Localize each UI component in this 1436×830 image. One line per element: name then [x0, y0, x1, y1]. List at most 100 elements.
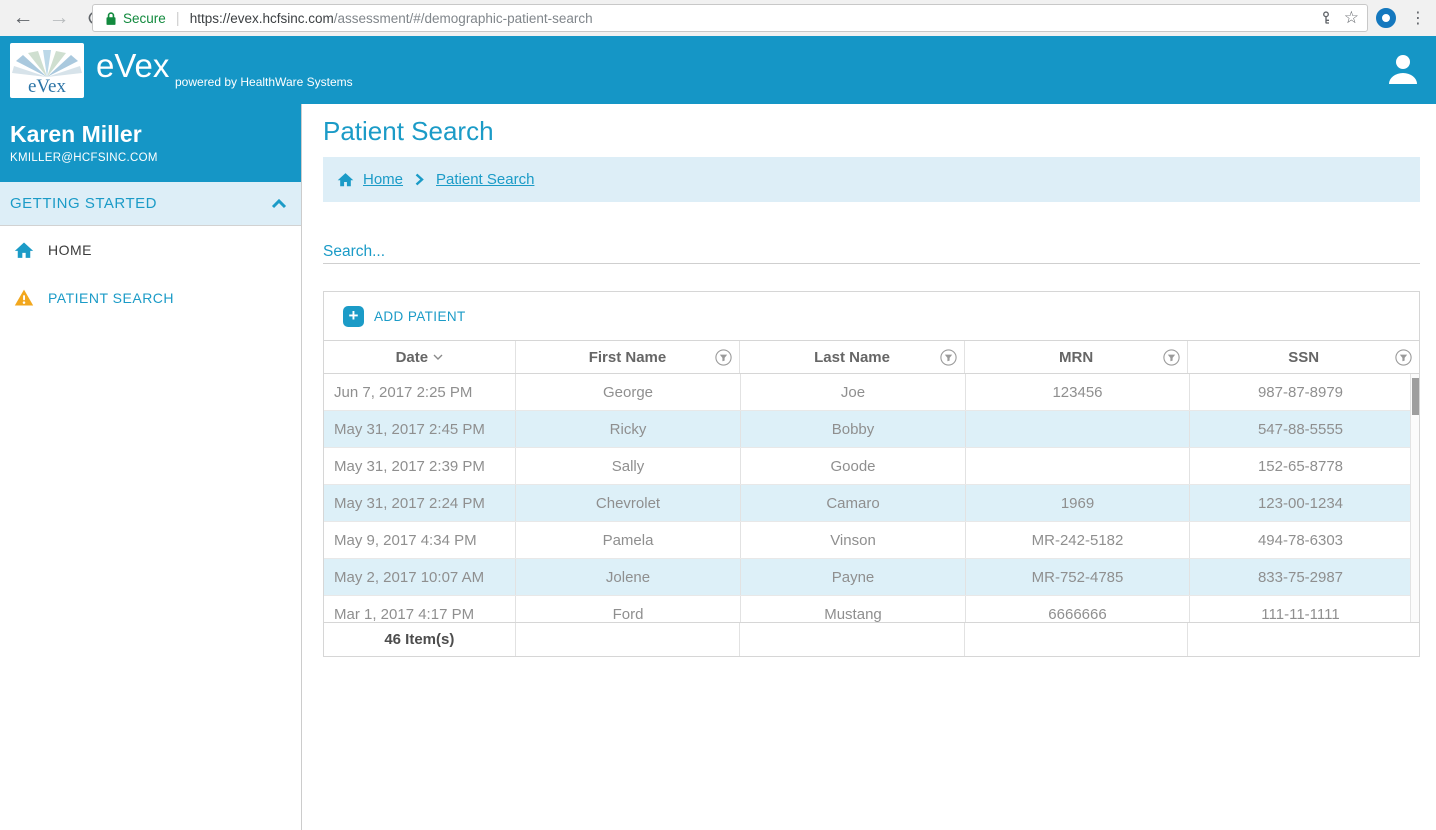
cell-mrn[interactable]: MR-752-4785 [966, 559, 1190, 595]
app-name: eVex [96, 47, 170, 84]
cell-mrn[interactable]: 1969 [966, 485, 1190, 521]
cell-date[interactable]: Mar 1, 2017 4:17 PM [324, 596, 516, 622]
breadcrumb-link-patient-search[interactable]: Patient Search [436, 171, 534, 188]
cell-last-name[interactable]: Goode [741, 448, 966, 484]
cell-date[interactable]: May 31, 2017 2:39 PM [324, 448, 516, 484]
column-header-last-name[interactable]: Last Name [740, 341, 965, 373]
url-text[interactable]: https://evex.hcfsinc.com/assessment/#/de… [190, 11, 593, 26]
column-label: First Name [588, 348, 667, 366]
cell-ssn[interactable]: 987-87-8979 [1190, 374, 1412, 410]
cell-date[interactable]: May 31, 2017 2:24 PM [324, 485, 516, 521]
cell-mrn[interactable] [966, 411, 1190, 447]
app-tagline: powered by HealthWare Systems [175, 75, 353, 89]
table-toolbar: + ADD PATIENT [324, 292, 1419, 340]
url-origin: https://evex.hcfsinc.com [189, 10, 334, 26]
plus-icon: + [343, 305, 364, 327]
table-row[interactable]: Mar 1, 2017 4:17 PM Ford Mustang 6666666… [324, 596, 1419, 622]
column-header-ssn[interactable]: SSN [1188, 341, 1419, 373]
section-label: GETTING STARTED [10, 195, 157, 212]
url-path: /assessment/#/demographic-patient-search [333, 10, 593, 26]
cell-first-name[interactable]: Pamela [516, 522, 741, 558]
cell-first-name[interactable]: George [516, 374, 741, 410]
url-separator: | [175, 9, 180, 27]
table-rows-container: Jun 7, 2017 2:25 PM George Joe 123456 98… [324, 374, 1419, 622]
cell-date[interactable]: Jun 7, 2017 2:25 PM [324, 374, 516, 410]
column-header-first-name[interactable]: First Name [516, 341, 741, 373]
browser-menu-icon[interactable]: ⋮ [1410, 0, 1426, 36]
cell-first-name[interactable]: Sally [516, 448, 741, 484]
browser-forward-button[interactable]: → [44, 0, 74, 36]
cell-last-name[interactable]: Joe [741, 374, 966, 410]
search-input[interactable] [323, 240, 1420, 264]
user-email: KMILLER@HCFSINC.COM [10, 152, 158, 164]
add-patient-button[interactable]: + ADD PATIENT [343, 305, 466, 327]
security-chip[interactable]: Secure [93, 11, 176, 26]
table-scrollbar-thumb[interactable] [1412, 378, 1419, 415]
cell-date[interactable]: May 2, 2017 10:07 AM [324, 559, 516, 595]
filter-icon[interactable] [940, 349, 957, 366]
extension-icon[interactable] [1376, 8, 1396, 28]
cell-ssn[interactable]: 494-78-6303 [1190, 522, 1412, 558]
cell-ssn[interactable]: 111-11-1111 [1190, 596, 1412, 622]
column-label: Last Name [814, 348, 890, 366]
sidebar-section-getting-started[interactable]: GETTING STARTED [0, 182, 301, 226]
cell-first-name[interactable]: Chevrolet [516, 485, 741, 521]
cell-first-name[interactable]: Ricky [516, 411, 741, 447]
breadcrumb-link-home[interactable]: Home [363, 171, 403, 188]
sidebar-item-label: PATIENT SEARCH [48, 290, 175, 306]
logo-starburst-icon [12, 50, 82, 77]
secure-label: Secure [123, 10, 166, 26]
profile-icon[interactable] [1384, 50, 1422, 93]
cell-date[interactable]: May 31, 2017 2:45 PM [324, 411, 516, 447]
cell-ssn[interactable]: 123-00-1234 [1190, 485, 1412, 521]
table-scrollbar[interactable] [1410, 374, 1419, 622]
column-header-mrn[interactable]: MRN [965, 341, 1189, 373]
chevron-right-icon [415, 173, 424, 186]
user-name: Karen Miller [10, 121, 142, 147]
sidebar: Karen Miller KMILLER@HCFSINC.COM GETTING… [0, 104, 302, 830]
sidebar-item-patient-search[interactable]: PATIENT SEARCH [0, 274, 301, 322]
cell-mrn[interactable]: 123456 [966, 374, 1190, 410]
cell-ssn[interactable]: 833-75-2987 [1190, 559, 1412, 595]
app-header: eVex eVex powered by HealthWare Systems [0, 36, 1436, 104]
column-label: MRN [1059, 348, 1094, 366]
add-patient-label: ADD PATIENT [374, 308, 466, 324]
evex-logo: eVex [10, 43, 84, 98]
filter-icon[interactable] [1395, 349, 1412, 366]
table-row[interactable]: May 31, 2017 2:24 PM Chevrolet Camaro 19… [324, 485, 1419, 522]
column-label: SSN [1288, 348, 1320, 366]
cell-first-name[interactable]: Ford [516, 596, 741, 622]
table-row[interactable]: Jun 7, 2017 2:25 PM George Joe 123456 98… [324, 374, 1419, 411]
table-body: Jun 7, 2017 2:25 PM George Joe 123456 98… [324, 374, 1419, 622]
cell-date[interactable]: May 9, 2017 4:34 PM [324, 522, 516, 558]
cell-mrn[interactable]: MR-242-5182 [966, 522, 1190, 558]
table-row[interactable]: May 31, 2017 2:39 PM Sally Goode 152-65-… [324, 448, 1419, 485]
password-key-icon[interactable] [1318, 10, 1334, 26]
main-content: Patient Search Home Patient Search + ADD… [302, 104, 1436, 830]
cell-last-name[interactable]: Mustang [741, 596, 966, 622]
user-block: Karen Miller KMILLER@HCFSINC.COM [0, 104, 301, 182]
table-row[interactable]: May 31, 2017 2:45 PM Ricky Bobby 547-88-… [324, 411, 1419, 448]
column-header-date[interactable]: Date [324, 341, 516, 373]
address-bar[interactable]: Secure | https://evex.hcfsinc.com/assess… [92, 4, 1368, 32]
cell-last-name[interactable]: Vinson [741, 522, 966, 558]
filter-icon[interactable] [1163, 349, 1181, 366]
cell-first-name[interactable]: Jolene [516, 559, 741, 595]
page-title: Patient Search [323, 116, 494, 146]
cell-ssn[interactable]: 152-65-8778 [1190, 448, 1412, 484]
chevron-up-icon [271, 198, 287, 208]
cell-last-name[interactable]: Camaro [741, 485, 966, 521]
cell-ssn[interactable]: 547-88-5555 [1190, 411, 1412, 447]
table-row[interactable]: May 9, 2017 4:34 PM Pamela Vinson MR-242… [324, 522, 1419, 559]
sidebar-item-home[interactable]: HOME [0, 226, 301, 274]
browser-back-button[interactable]: ← [8, 0, 38, 36]
table-row[interactable]: May 2, 2017 10:07 AM Jolene Payne MR-752… [324, 559, 1419, 596]
cell-last-name[interactable]: Payne [741, 559, 966, 595]
cell-mrn[interactable] [966, 448, 1190, 484]
cell-last-name[interactable]: Bobby [741, 411, 966, 447]
cell-mrn[interactable]: 6666666 [966, 596, 1190, 622]
lock-icon [106, 11, 116, 25]
table-footer-row: 46 Item(s) [324, 622, 1419, 656]
filter-icon[interactable] [715, 349, 732, 366]
bookmark-star-icon[interactable]: ☆ [1344, 8, 1359, 28]
